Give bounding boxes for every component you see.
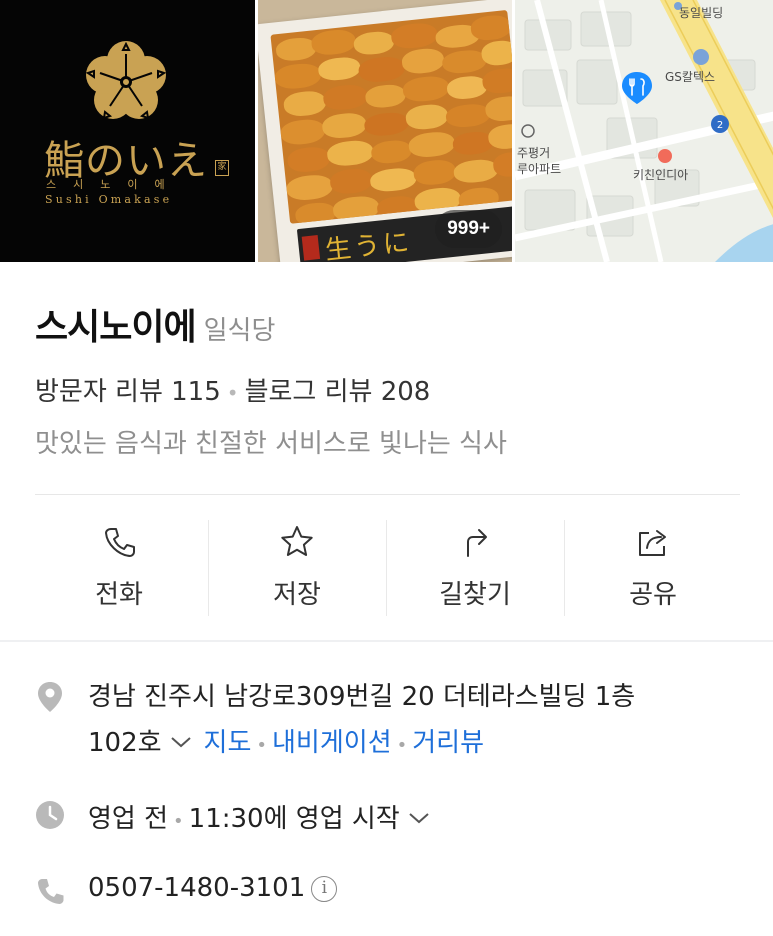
call-button[interactable]: 전화 [30, 520, 208, 616]
photo-count-badge[interactable]: 999+ [435, 210, 502, 248]
map-label-apartment-1: 주평거 [517, 146, 551, 160]
place-name: 스시노이에 [35, 307, 197, 348]
map-label-apartment-2: 루아파트 [517, 162, 562, 176]
visitor-review-link[interactable]: 방문자 리뷰 115 [35, 377, 221, 407]
info-icon[interactable]: i [311, 876, 338, 902]
blog-review-link[interactable]: 블로그 리뷰 208 [245, 377, 431, 407]
divider [35, 494, 740, 495]
phone-icon [105, 528, 135, 557]
business-status: 영업 전 [88, 804, 169, 834]
map-label-building: 동일빌딩 [679, 6, 724, 20]
star-icon [281, 526, 313, 556]
map-background: 2 [515, 0, 773, 262]
call-label: 전화 [95, 580, 143, 610]
section-separator [0, 640, 773, 642]
map-link[interactable]: 지도 [204, 728, 252, 758]
directions-button[interactable]: 길찾기 [386, 520, 564, 616]
food-photo[interactable]: 生うに 999+ [258, 0, 512, 262]
business-hours[interactable]: 영업 전 • 11:30에 영업 시작 [88, 798, 442, 835]
share-button[interactable]: 공유 [564, 520, 742, 616]
phone-number[interactable]: 0507-1480-3101 [88, 873, 305, 903]
address-line-2: 102호 지도 • 내비게이션 • 거리뷰 [88, 722, 484, 759]
clock-icon [36, 801, 64, 829]
separator-dot: • [173, 811, 184, 832]
logo-korean-name: 스시노이에 [46, 178, 182, 191]
share-icon [639, 530, 666, 556]
address-unit: 102호 [88, 728, 162, 758]
phone-small-icon [38, 879, 64, 904]
link-separator: • [256, 735, 268, 756]
separator-dot: • [226, 381, 239, 405]
map-label-gas-station: GS칼텍스 [665, 70, 716, 84]
logo-seal: 家 [215, 160, 229, 176]
map-thumbnail[interactable]: 2 동일빌딩 GS칼텍스 주평거 루아파트 키친인디아 [515, 0, 773, 262]
action-bar: 전화 저장 길찾기 공유 [30, 520, 742, 616]
logo-english-name: Sushi Omakase [45, 193, 173, 206]
save-label: 저장 [273, 580, 321, 610]
map-label-restaurant: 키친인디아 [633, 168, 689, 182]
place-category: 일식당 [203, 316, 276, 346]
navigation-link[interactable]: 내비게이션 [272, 728, 392, 758]
directions-label: 길찾기 [439, 580, 511, 610]
place-description: 맛있는 음식과 친절한 서비스로 빛나는 식사 [35, 429, 507, 459]
phone-row: 0507-1480-3101 i [88, 873, 338, 903]
link-separator: • [396, 735, 408, 756]
chevron-down-icon[interactable] [170, 735, 192, 749]
review-summary: 방문자 리뷰 115 • 블로그 리뷰 208 [35, 371, 430, 408]
logo-photo[interactable]: 鮨のいえ 家 스시노이에 Sushi Omakase [0, 0, 255, 262]
opening-time: 11:30에 영업 시작 [188, 804, 400, 834]
save-button[interactable]: 저장 [208, 520, 386, 616]
svg-text:2: 2 [717, 120, 723, 131]
photo-strip[interactable]: 鮨のいえ 家 스시노이에 Sushi Omakase 生うに 999+ 2 동일… [0, 0, 773, 262]
directions-icon [467, 529, 487, 557]
address-line-1: 경남 진주시 남강로309번길 20 더테라스빌딩 1층 [88, 682, 636, 712]
location-marker-icon [38, 682, 62, 712]
location-pin-icon [622, 72, 652, 104]
share-label: 공유 [629, 580, 677, 610]
chevron-down-icon[interactable] [408, 811, 430, 825]
restaurant-poi-icon [658, 149, 672, 163]
place-header: 스시노이에 일식당 [35, 298, 275, 350]
flower-logo-icon [85, 41, 167, 120]
street-view-link[interactable]: 거리뷰 [412, 728, 484, 758]
